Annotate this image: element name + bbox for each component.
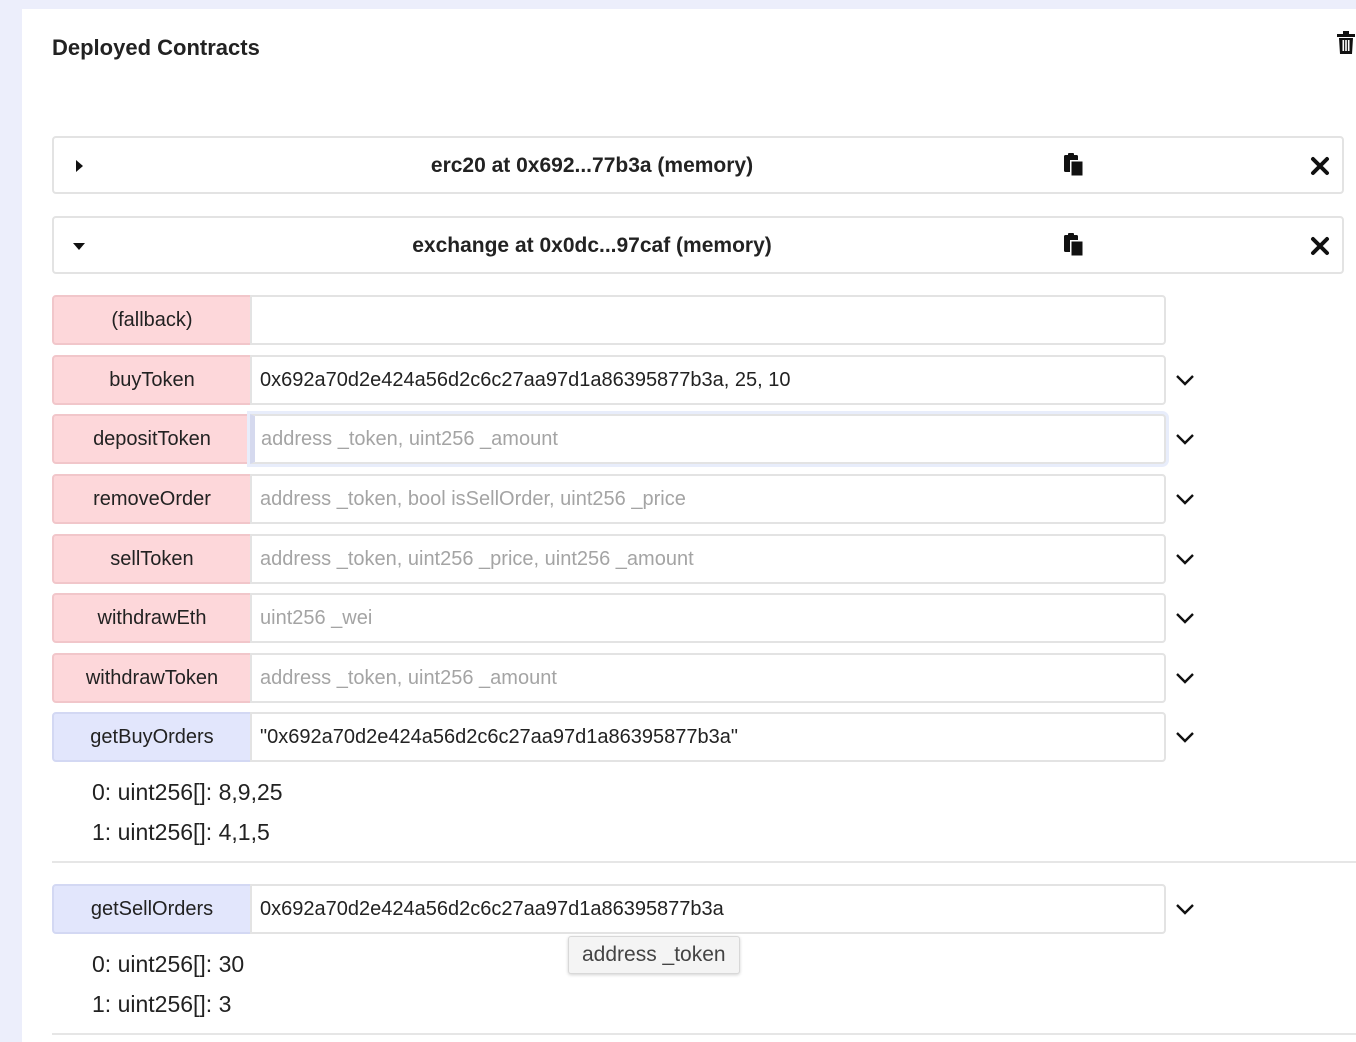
withdraweth-input[interactable] [250,593,1166,643]
fallback-input[interactable] [250,295,1166,345]
deposittoken-input[interactable] [250,414,1166,464]
buytoken-button[interactable]: buyToken [52,355,252,405]
deployed-contracts-panel: Deployed Contracts erc20 at 0x692...77b3… [22,9,1356,1042]
chevron-down-icon[interactable] [1174,608,1196,628]
getbuyorders-input[interactable] [250,712,1166,762]
close-icon[interactable] [1310,156,1330,176]
chevron-down-icon[interactable] [1174,899,1196,919]
removeorder-input[interactable] [250,474,1166,524]
close-icon[interactable] [1310,236,1330,256]
getsellorders-output-0: 0: uint256[]: 30 [92,951,245,977]
getsellorders-button[interactable]: getSellOrders [52,884,252,934]
withdrawtoken-button[interactable]: withdrawToken [52,653,252,703]
input-tooltip: address _token [568,936,740,974]
chevron-down-icon[interactable] [1174,370,1196,390]
chevron-down-icon[interactable] [1174,668,1196,688]
withdraweth-button[interactable]: withdrawEth [52,593,252,643]
selltoken-input[interactable] [250,534,1166,584]
instance-title: exchange at 0x0dc...97caf (memory) [412,234,772,257]
deposittoken-button[interactable]: depositToken [52,414,252,464]
clipboard-copy-icon[interactable] [1062,152,1086,178]
buytoken-input[interactable] [250,355,1166,405]
chevron-down-icon[interactable] [1174,429,1196,449]
chevron-down-icon[interactable] [1174,727,1196,747]
divider [52,1033,1356,1035]
getsellorders-input[interactable] [250,884,1166,934]
getbuyorders-output-0: 0: uint256[]: 8,9,25 [92,779,283,805]
withdrawtoken-input[interactable] [250,653,1166,703]
getbuyorders-output-1: 1: uint256[]: 4,1,5 [92,819,270,845]
removeorder-button[interactable]: removeOrder [52,474,252,524]
getbuyorders-button[interactable]: getBuyOrders [52,712,252,762]
instance-erc20[interactable]: erc20 at 0x692...77b3a (memory) [52,136,1344,194]
getsellorders-output-1: 1: uint256[]: 3 [92,991,232,1017]
panel-title: Deployed Contracts [52,35,260,60]
instance-title: erc20 at 0x692...77b3a (memory) [430,154,754,177]
fallback-button[interactable]: (fallback) [52,295,252,345]
chevron-down-icon[interactable] [1174,549,1196,569]
instance-exchange[interactable]: exchange at 0x0dc...97caf (memory) [52,216,1344,274]
clipboard-copy-icon[interactable] [1062,232,1086,258]
chevron-down-icon[interactable] [1174,489,1196,509]
divider [52,861,1356,863]
trash-icon[interactable] [1335,29,1356,55]
selltoken-button[interactable]: sellToken [52,534,252,584]
